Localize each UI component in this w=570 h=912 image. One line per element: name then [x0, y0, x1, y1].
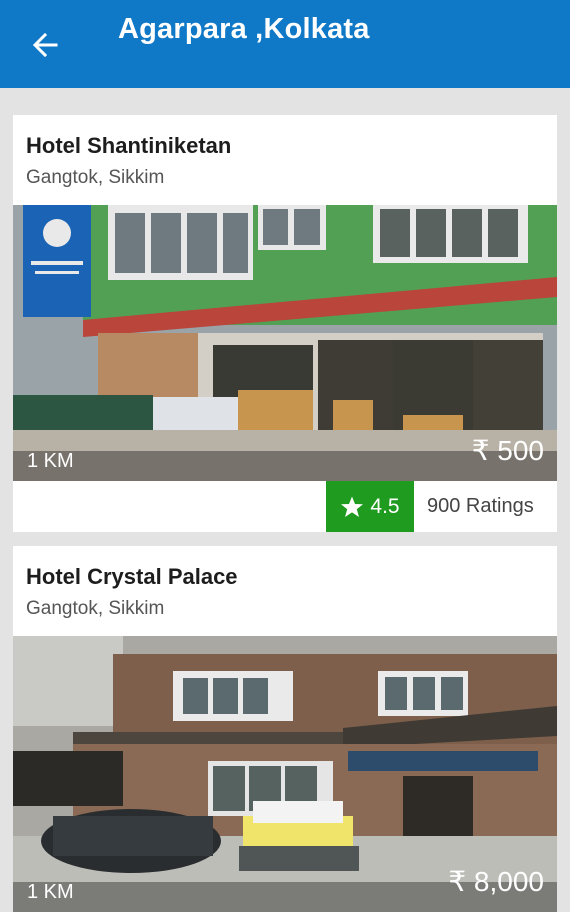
- ratings-count: 900 Ratings: [427, 495, 534, 517]
- distance-label: 1 KM: [27, 881, 74, 903]
- hotel-name: Hotel Crystal Palace: [26, 564, 238, 589]
- price-label: ₹ 8,000: [448, 866, 544, 897]
- hotel-card[interactable]: Hotel Crystal Palace Gangtok, Sikkim 1 K…: [13, 546, 557, 912]
- app-bar: Agarpara ,Kolkata: [0, 0, 570, 88]
- rating-value: 4.5: [370, 494, 400, 518]
- hotel-name: Hotel Shantiniketan: [26, 133, 232, 158]
- hotel-photo[interactable]: 1 KM ₹ 500: [13, 205, 557, 481]
- back-button[interactable]: [22, 22, 68, 68]
- rating-badge: 4.5: [326, 481, 414, 532]
- hotel-card[interactable]: Hotel Shantiniketan Gangtok, Sikkim 1 KM…: [13, 115, 557, 532]
- star-icon: [341, 496, 364, 517]
- hotel-location: Gangtok, Sikkim: [26, 167, 165, 188]
- price-label: ₹ 500: [471, 435, 544, 466]
- rating-row: 4.5 900 Ratings: [13, 481, 557, 533]
- distance-label: 1 KM: [27, 450, 74, 472]
- arrow-left-icon: [32, 32, 58, 58]
- page-title: Agarpara ,Kolkata: [118, 13, 370, 45]
- hotel-photo[interactable]: 1 KM ₹ 8,000: [13, 636, 557, 912]
- hotel-location: Gangtok, Sikkim: [26, 598, 165, 619]
